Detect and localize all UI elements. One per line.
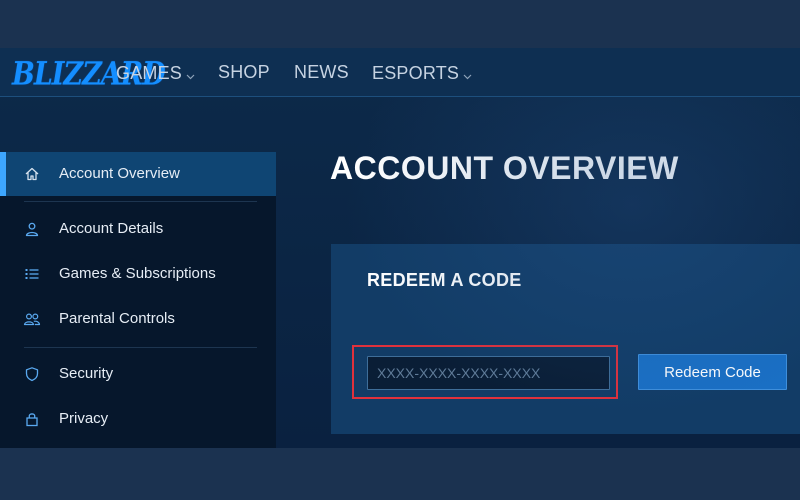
redeem-heading: REDEEM A CODE (367, 270, 522, 290)
lock-icon (22, 397, 42, 441)
sidebar-item-label: Account Overview (59, 165, 180, 182)
nav-news-label: NEWS (294, 62, 349, 82)
nav-games[interactable]: GAMES (116, 62, 195, 85)
top-navigation: BLIZZARD GAMES SHOP NEWS ESPORTS (0, 48, 800, 97)
sidebar-divider (24, 201, 257, 202)
users-icon (22, 297, 42, 341)
sidebar-item-label: Account Details (59, 220, 164, 237)
nav-games-label: GAMES (116, 63, 183, 83)
chevron-down-icon (186, 64, 195, 85)
nav-esports-label: ESPORTS (372, 63, 460, 83)
sidebar-item-account-overview[interactable]: Account Overview (0, 152, 276, 196)
sidebar-item-label: Parental Controls (59, 310, 175, 327)
redeem-code-button[interactable]: Redeem Code (638, 354, 787, 390)
user-icon (22, 207, 42, 251)
sidebar-item-privacy[interactable]: Privacy (6, 397, 276, 441)
sidebar-item-games-subscriptions[interactable]: Games & Subscriptions (6, 252, 276, 296)
nav-news[interactable]: NEWS (294, 62, 349, 83)
sidebar-item-label: Games & Subscriptions (59, 265, 216, 282)
screenshot-frame: BLIZZARD GAMES SHOP NEWS ESPORTS Account… (0, 48, 800, 448)
sidebar-item-label: Privacy (59, 410, 109, 427)
sidebar-item-account-details[interactable]: Account Details (6, 207, 276, 251)
home-icon (22, 152, 42, 196)
sidebar-item-label: Security (59, 365, 114, 382)
chevron-down-icon (463, 64, 472, 85)
account-sidebar: Account Overview Account Details Games &… (0, 152, 276, 448)
redeem-code-input[interactable] (367, 356, 610, 390)
nav-esports[interactable]: ESPORTS (372, 62, 472, 85)
outer-top-band (0, 0, 800, 48)
list-icon (22, 252, 42, 296)
redeem-code-card: REDEEM A CODE Redeem Code (331, 244, 800, 434)
nav-shop[interactable]: SHOP (218, 62, 270, 83)
page-title: ACCOUNT OVERVIEW (330, 150, 679, 186)
sidebar-item-security[interactable]: Security (6, 352, 276, 396)
nav-shop-label: SHOP (218, 62, 270, 82)
shield-icon (22, 352, 42, 396)
sidebar-item-parental-controls[interactable]: Parental Controls (6, 297, 276, 341)
sidebar-divider (24, 347, 257, 348)
outer-bottom-band (0, 448, 800, 500)
